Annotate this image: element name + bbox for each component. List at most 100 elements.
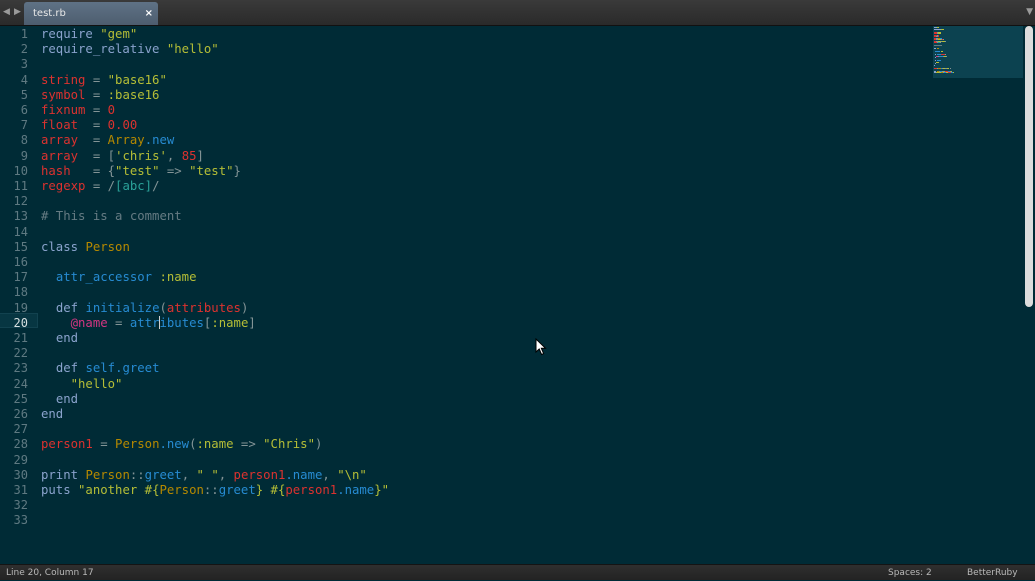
code-token: = bbox=[85, 103, 108, 117]
line-number: 5 bbox=[20, 87, 28, 102]
code-token: "gem" bbox=[100, 27, 138, 41]
code-token: .name bbox=[337, 483, 375, 497]
minimap-stroke bbox=[934, 28, 941, 30]
code-line[interactable]: def self.greet bbox=[41, 361, 160, 376]
line-number: 4 bbox=[20, 72, 28, 87]
minimap-stroke bbox=[944, 40, 946, 42]
code-token: 85 bbox=[181, 148, 197, 163]
code-line[interactable]: @name = attributes[:name] bbox=[41, 315, 256, 331]
code-line[interactable]: class Person bbox=[41, 240, 130, 255]
code-token: # This is a comment bbox=[41, 209, 182, 224]
code-token: self bbox=[85, 361, 116, 376]
code-line[interactable]: hash = {"test" => "test"} bbox=[41, 164, 241, 179]
tab-bar: ◀ ▶ test.rb × ▼ bbox=[0, 0, 1035, 26]
code-token: ] bbox=[196, 148, 204, 163]
tab-scroll-left-icon[interactable]: ◀ bbox=[1, 0, 12, 25]
syntax-status[interactable]: BetterRuby bbox=[967, 565, 1018, 581]
code-line[interactable]: regexp = /[abc]/ bbox=[41, 179, 159, 194]
code-line[interactable]: array = ['chris', 85] bbox=[41, 149, 204, 164]
line-number: 10 bbox=[13, 163, 28, 178]
code-line[interactable]: require "gem" bbox=[41, 27, 137, 42]
code-token: @name bbox=[70, 315, 108, 330]
code-token: 'chris' bbox=[115, 148, 167, 163]
code-line[interactable]: person1 = Person.new(:name => "Chris") bbox=[41, 437, 322, 452]
code-token: = { bbox=[70, 163, 116, 178]
code-token: Array bbox=[107, 133, 145, 148]
code-token: "test" bbox=[189, 163, 234, 178]
line-number: 19 bbox=[13, 300, 28, 315]
code-token: "another #{ bbox=[78, 483, 160, 497]
code-token: :name bbox=[196, 437, 234, 452]
minimap-stroke bbox=[934, 45, 942, 46]
code-line[interactable]: end bbox=[41, 392, 78, 407]
tab-menu-dropdown-icon[interactable]: ▼ bbox=[1026, 0, 1033, 25]
code-token: Person bbox=[85, 239, 130, 254]
code-token: => bbox=[159, 163, 190, 178]
vertical-scrollbar[interactable] bbox=[1025, 26, 1033, 307]
code-token: attr bbox=[129, 315, 160, 330]
code-line[interactable]: end bbox=[41, 331, 78, 346]
code-token: def bbox=[55, 300, 79, 315]
code-line[interactable]: array = Array.new bbox=[41, 133, 174, 148]
tab-close-icon[interactable]: × bbox=[145, 2, 153, 25]
code-token: Person bbox=[85, 467, 130, 482]
code-line[interactable]: string = "base16" bbox=[41, 73, 167, 88]
line-number: 15 bbox=[13, 239, 28, 254]
code-token: = bbox=[107, 315, 130, 330]
code-line[interactable]: fixnum = 0 bbox=[41, 103, 115, 118]
code-line[interactable]: puts "another #{Person::greet} #{person1… bbox=[41, 483, 389, 498]
line-number: 12 bbox=[13, 194, 28, 209]
code-line[interactable]: symbol = :base16 bbox=[41, 88, 159, 103]
line-number: 3 bbox=[20, 57, 28, 72]
code-token: require_relative bbox=[41, 42, 160, 57]
code-line[interactable]: float = 0.00 bbox=[41, 118, 137, 133]
code-line[interactable]: # This is a comment bbox=[41, 209, 182, 224]
line-number: 23 bbox=[13, 361, 28, 376]
line-number: 18 bbox=[13, 285, 28, 300]
code-editor[interactable]: 1 2 3 4 5 6 7 8 9 10 11 12 13 14 15 16 17 18 19 20 21 22 23 24 2… bbox=[0, 26, 1035, 564]
cursor-position-status: Line 20, Column 17 bbox=[6, 568, 94, 578]
line-number: 2 bbox=[20, 42, 28, 57]
line-number: 9 bbox=[20, 148, 28, 163]
code-token: }" bbox=[374, 483, 390, 497]
code-token: .greet bbox=[115, 361, 160, 376]
code-line[interactable]: require_relative "hello" bbox=[41, 42, 219, 57]
minimap-stroke bbox=[941, 28, 944, 30]
code-token: initialize bbox=[85, 300, 160, 315]
line-number: 27 bbox=[13, 422, 28, 437]
line-number: 30 bbox=[13, 467, 28, 482]
line-number: 14 bbox=[13, 224, 28, 239]
code-token: = bbox=[85, 72, 108, 87]
line-number: 1 bbox=[20, 27, 28, 41]
code-token: person1 bbox=[41, 437, 93, 452]
code-token: 0 bbox=[107, 103, 116, 117]
code-line[interactable]: attr_accessor :name bbox=[41, 270, 197, 285]
code-line[interactable]: def initialize(attributes) bbox=[41, 300, 249, 316]
code-token: .name bbox=[285, 467, 323, 482]
code-token: greet bbox=[144, 467, 182, 482]
code-line[interactable]: end bbox=[41, 407, 63, 422]
code-token: ibutes bbox=[159, 315, 204, 330]
code-token: person1 bbox=[233, 467, 286, 482]
code-token: 0.00 bbox=[107, 118, 138, 133]
code-line[interactable]: "hello" bbox=[41, 377, 123, 392]
code-token: = / bbox=[85, 179, 116, 193]
code-token: "\n" bbox=[337, 467, 367, 482]
line-number: 11 bbox=[13, 179, 28, 193]
code-token: fixnum bbox=[41, 103, 86, 117]
code-token: end bbox=[55, 331, 79, 345]
code-token: Person bbox=[115, 437, 160, 452]
minimap-stroke bbox=[934, 64, 936, 66]
code-token: string bbox=[41, 72, 86, 87]
minimap[interactable] bbox=[933, 26, 1023, 78]
indentation-status[interactable]: Spaces: 2 bbox=[888, 565, 932, 581]
code-line[interactable]: print Person::greet, " ", person1.name, … bbox=[41, 468, 367, 483]
code-token: "test" bbox=[115, 163, 160, 178]
tab-test-rb[interactable]: test.rb × bbox=[24, 2, 158, 25]
line-number: 6 bbox=[20, 103, 28, 117]
tab-scroll-right-icon[interactable]: ▶ bbox=[12, 0, 23, 25]
